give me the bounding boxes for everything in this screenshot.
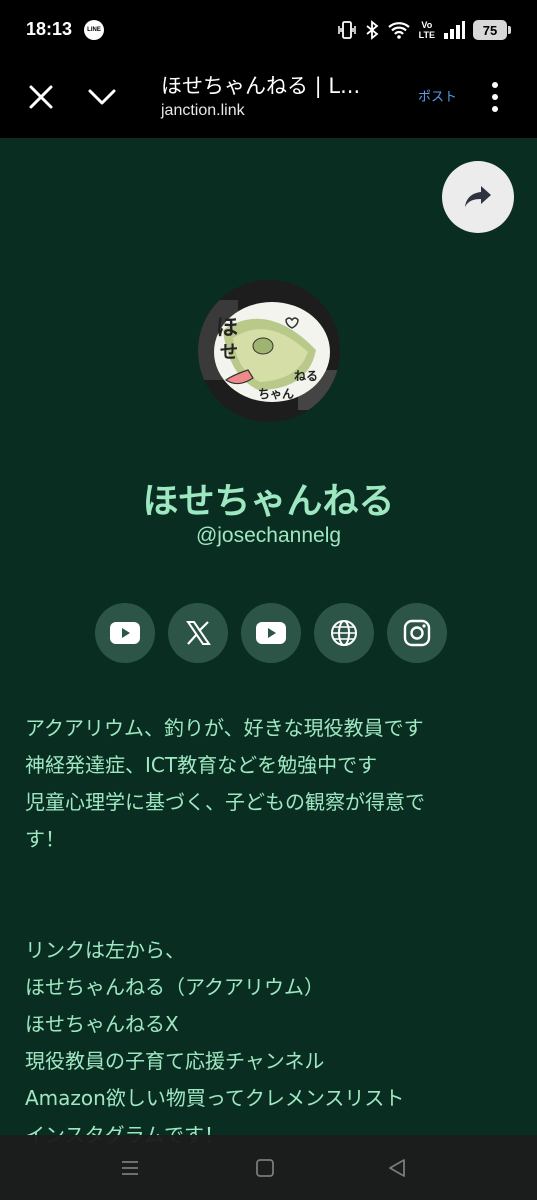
home-icon[interactable] (255, 1158, 275, 1178)
page-url: janction.link (161, 102, 245, 119)
x-icon (186, 621, 211, 645)
social-website[interactable] (314, 603, 374, 663)
volte-bottom: LTE (418, 30, 435, 40)
bio-line: 現役教員の子育て応援チャンネル (25, 1049, 325, 1073)
bio-spacer (25, 858, 515, 932)
social-youtube-parenting[interactable] (241, 603, 301, 663)
svg-text:せ: せ (220, 342, 238, 363)
status-bar: 18:13 LINE Vo LTE 75 (0, 0, 537, 60)
more-menu-icon[interactable] (488, 80, 502, 114)
youtube-icon (256, 622, 286, 644)
bio-line: 児童心理学に基づく、子どもの観察が得意で (25, 790, 425, 814)
line-notification-icon: LINE (84, 20, 104, 40)
globe-icon (331, 620, 357, 646)
social-links (95, 603, 447, 663)
share-button[interactable] (442, 161, 514, 233)
chevron-down-icon[interactable] (86, 82, 118, 112)
social-instagram[interactable] (387, 603, 447, 663)
bluetooth-icon (366, 20, 379, 40)
svg-text:ねる: ねる (294, 369, 318, 383)
status-icons: Vo LTE 75 (337, 16, 511, 44)
bio-line: リンクは左から、 (25, 938, 185, 962)
bio-line: Amazon欲しい物買ってクレメンスリスト (25, 1086, 405, 1110)
youtube-icon (110, 622, 140, 644)
social-x[interactable] (168, 603, 228, 663)
profile-handle: @josechannelg (195, 524, 342, 547)
social-youtube-aquarium[interactable] (95, 603, 155, 663)
bio-line: 神経発達症、ICT教育などを勉強中です (25, 753, 378, 777)
bio-line: ほせちゃんねるX (25, 1012, 179, 1036)
profile-name: ほせちゃんねる (142, 481, 395, 522)
signal-icon (444, 21, 465, 39)
svg-text:ほ: ほ (216, 316, 238, 341)
bio-line: す！ (25, 827, 65, 851)
post-button[interactable]: ポスト (418, 86, 457, 105)
bio-line: アクアリウム、釣りが、好きな現役教員です (25, 716, 424, 740)
close-icon[interactable] (26, 82, 56, 112)
system-nav-bar (0, 1135, 537, 1200)
back-icon[interactable] (387, 1157, 407, 1179)
volte-indicator: Vo LTE (419, 20, 435, 40)
bio-line: ほせちゃんねる（アクアリウム） (25, 975, 324, 999)
vibrate-icon (337, 21, 356, 39)
svg-text:ちゃん: ちゃん (258, 387, 294, 401)
avatar: ほ せ ねる ちゃん (198, 280, 340, 422)
avatar-image: ほ せ ねる ちゃん (198, 280, 340, 422)
recents-icon[interactable] (121, 1159, 139, 1177)
share-arrow-icon (465, 186, 491, 207)
browser-toolbar: ほせちゃんねる | L... janction.link ポスト (0, 60, 537, 138)
wifi-icon (387, 22, 410, 39)
instagram-icon (403, 619, 431, 647)
status-time: 18:13 (26, 19, 73, 39)
battery-indicator: 75 (473, 20, 511, 40)
bio-text: アクアリウム、釣りが、好きな現役教員です 神経発達症、ICT教育などを勉強中です… (25, 710, 515, 1154)
volte-top: Vo (421, 20, 433, 30)
page-title: ほせちゃんねる | L... (161, 74, 361, 98)
